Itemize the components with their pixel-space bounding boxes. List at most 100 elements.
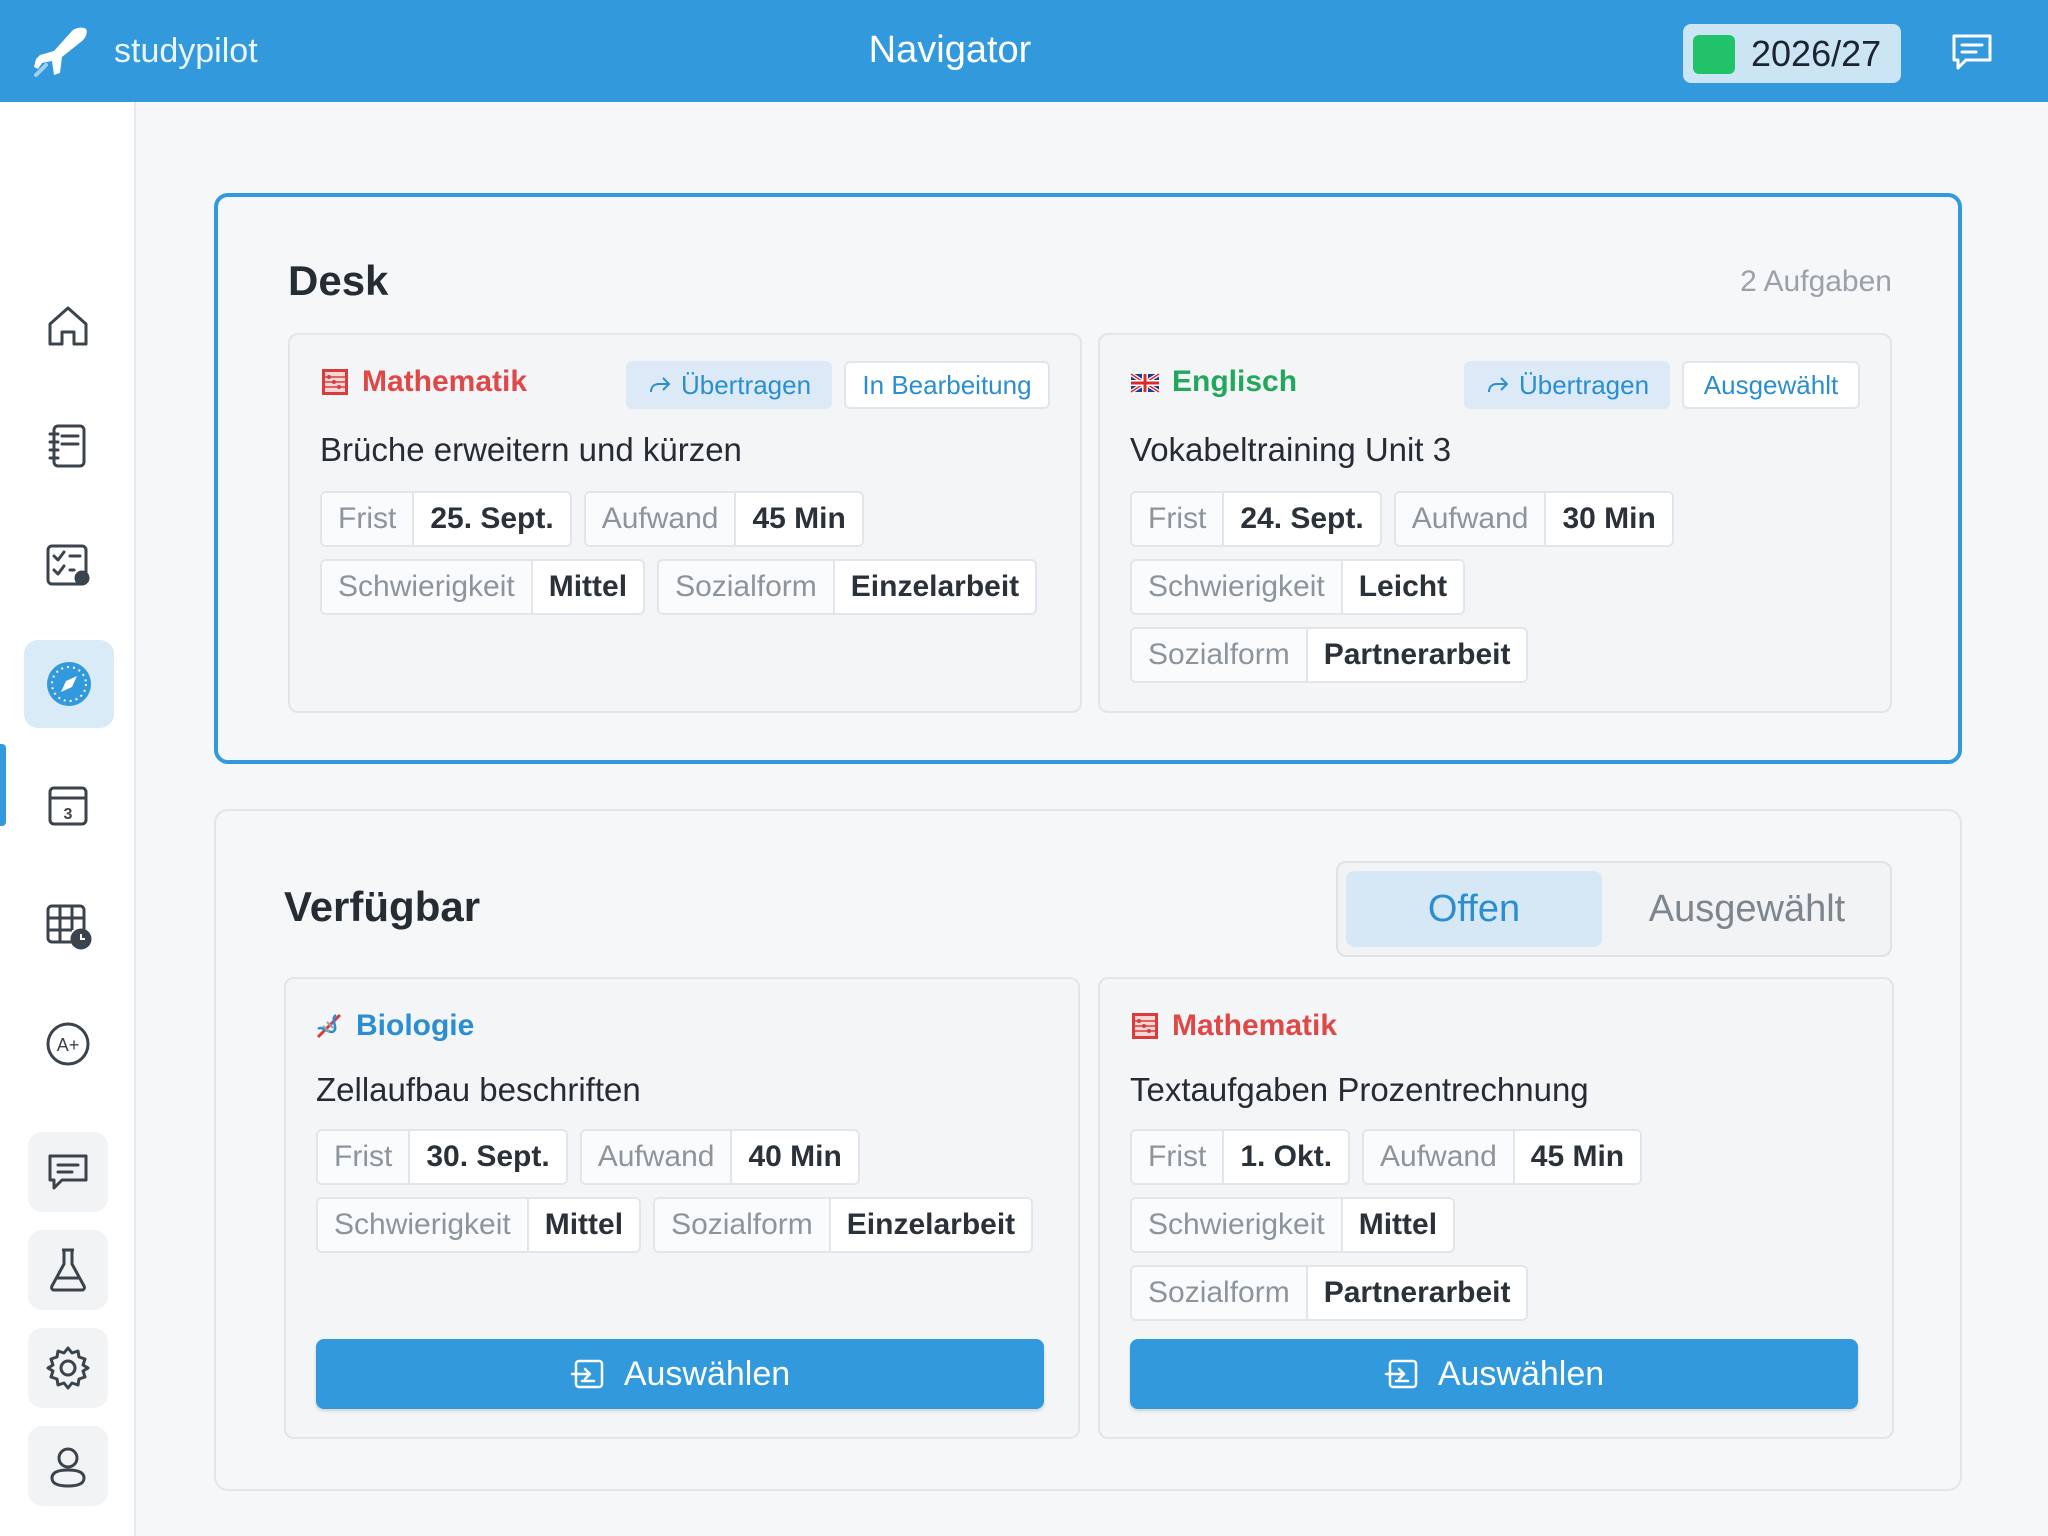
flask-icon bbox=[50, 1248, 86, 1292]
user-icon bbox=[50, 1447, 86, 1488]
sidebar-item-profile[interactable] bbox=[28, 1426, 108, 1506]
subject-label: Mathematik bbox=[320, 365, 527, 399]
task-title: Zellaufbau beschriften bbox=[316, 1071, 641, 1108]
tag-key: Aufwand bbox=[585, 493, 737, 545]
tag-value: 1. Okt. bbox=[1224, 1131, 1349, 1183]
deadline-tag: Frist 24. Sept. bbox=[1130, 491, 1382, 547]
subject-name: Mathematik bbox=[1172, 1009, 1338, 1042]
tab-ausgewaehlt[interactable]: Ausgewählt bbox=[1608, 871, 1886, 947]
effort-tag: Aufwand 45 Min bbox=[1362, 1129, 1643, 1185]
sidebar-item-grades[interactable]: A+ bbox=[24, 1000, 112, 1088]
difficulty-tag: Schwierigkeit Mittel bbox=[320, 559, 646, 615]
select-task-button[interactable]: Auswählen bbox=[316, 1339, 1044, 1409]
sidebar-item-home[interactable] bbox=[24, 282, 112, 370]
tag-value: Partnerarbeit bbox=[1307, 629, 1527, 681]
transfer-button[interactable]: Übertragen bbox=[1464, 361, 1670, 409]
sidebar-item-tasks[interactable] bbox=[24, 522, 112, 610]
select-enter-icon bbox=[1384, 1359, 1418, 1389]
tag-key: Sozialform bbox=[659, 561, 835, 613]
subject-label: Biologie bbox=[314, 1009, 474, 1043]
tag-key: Sozialform bbox=[655, 1199, 831, 1251]
grade-a-plus-icon: A+ bbox=[46, 1022, 90, 1066]
timetable-clock-icon bbox=[46, 904, 92, 950]
tag-value: 24. Sept. bbox=[1224, 493, 1380, 545]
chat-icon bbox=[48, 1154, 88, 1190]
status-badge[interactable]: In Bearbeitung bbox=[844, 361, 1050, 409]
task-meta-row: Frist 30. Sept. Aufwand 40 Min bbox=[316, 1129, 860, 1185]
transfer-button[interactable]: Übertragen bbox=[626, 361, 832, 409]
difficulty-tag: Schwierigkeit Mittel bbox=[1130, 1197, 1456, 1253]
abacus-icon bbox=[1132, 1013, 1158, 1039]
task-meta-row: Sozialform Partnerarbeit bbox=[1130, 1265, 1529, 1321]
page-title: Navigator bbox=[868, 29, 1032, 71]
tag-key: Schwierigkeit bbox=[1132, 1199, 1343, 1251]
task-meta-row: Frist 25. Sept. Aufwand 45 Min bbox=[320, 491, 864, 547]
tab-offen[interactable]: Offen bbox=[1346, 871, 1602, 947]
tag-key: Schwierigkeit bbox=[1132, 561, 1343, 613]
select-enter-icon bbox=[570, 1359, 604, 1389]
social-form-tag: Sozialform Partnerarbeit bbox=[1130, 627, 1529, 683]
notebook-icon bbox=[48, 424, 86, 468]
desk-task-card[interactable]: Mathematik Übertragen In Bearbeitung Brü… bbox=[288, 333, 1082, 713]
svg-text:3: 3 bbox=[64, 806, 73, 823]
tag-key: Aufwand bbox=[1395, 493, 1547, 545]
tag-key: Frist bbox=[1132, 1131, 1225, 1183]
effort-tag: Aufwand 30 Min bbox=[1393, 491, 1674, 547]
messages-icon[interactable] bbox=[1950, 32, 1994, 72]
desk-task-card[interactable]: Englisch Übertragen Ausgewählt Vokabeltr… bbox=[1098, 333, 1892, 713]
available-panel: Verfügbar Offen Ausgewählt Biologie Zell… bbox=[214, 809, 1962, 1491]
effort-tag: Aufwand 40 Min bbox=[579, 1129, 860, 1185]
tag-key: Schwierigkeit bbox=[322, 561, 533, 613]
task-meta-row: Schwierigkeit Mittel Sozialform Einzelarbe… bbox=[320, 559, 1038, 615]
transfer-label: Übertragen bbox=[680, 369, 812, 400]
effort-tag: Aufwand 45 Min bbox=[583, 491, 864, 547]
share-arrow-icon bbox=[649, 377, 670, 393]
calendar-3-icon: 3 bbox=[48, 786, 88, 826]
tag-value: Einzelarbeit bbox=[834, 561, 1036, 613]
tag-value: 45 Min bbox=[1514, 1131, 1641, 1183]
available-task-card: Mathematik Textaufgaben Prozentrechnung … bbox=[1098, 977, 1894, 1439]
deadline-tag: Frist 30. Sept. bbox=[316, 1129, 568, 1185]
top-bar: studypilot Navigator 2026/27 bbox=[0, 0, 2048, 102]
school-year-selector[interactable]: 2026/27 bbox=[1683, 24, 1901, 83]
sidebar-item-notebook[interactable] bbox=[24, 402, 112, 490]
compass-icon bbox=[47, 662, 91, 706]
gear-icon bbox=[46, 1346, 90, 1390]
sidebar-item-navigator[interactable] bbox=[24, 640, 114, 728]
tag-value: 30. Sept. bbox=[410, 1131, 566, 1183]
transfer-label: Übertragen bbox=[1518, 369, 1650, 400]
dna-icon bbox=[316, 1013, 342, 1039]
subject-name: Mathematik bbox=[362, 365, 528, 398]
active-indicator bbox=[0, 744, 6, 826]
tag-value: Leicht bbox=[1342, 561, 1464, 613]
tag-key: Sozialform bbox=[1132, 629, 1308, 681]
social-form-tag: Sozialform Einzelarbeit bbox=[653, 1197, 1034, 1253]
sidebar-item-settings[interactable] bbox=[28, 1328, 108, 1408]
school-year-label: 2026/27 bbox=[1751, 33, 1882, 74]
tag-value: Partnerarbeit bbox=[1307, 1267, 1527, 1319]
share-arrow-icon bbox=[1487, 377, 1508, 393]
sidebar-item-chat[interactable] bbox=[28, 1132, 108, 1212]
task-meta-row: Frist 1. Okt. Aufwand 45 Min bbox=[1130, 1129, 1643, 1185]
task-meta-row: Schwierigkeit Mittel bbox=[1130, 1197, 1456, 1253]
tag-key: Schwierigkeit bbox=[318, 1199, 529, 1251]
difficulty-tag: Schwierigkeit Leicht bbox=[1130, 559, 1466, 615]
uk-flag-icon bbox=[1130, 372, 1160, 394]
subject-label: Englisch bbox=[1130, 365, 1297, 399]
desk-title: Desk bbox=[288, 257, 389, 304]
status-badge[interactable]: Ausgewählt bbox=[1682, 361, 1860, 409]
subject-name: Englisch bbox=[1172, 365, 1298, 398]
difficulty-tag: Schwierigkeit Mittel bbox=[316, 1197, 642, 1253]
select-label: Auswählen bbox=[1437, 1354, 1605, 1393]
select-task-button[interactable]: Auswählen bbox=[1130, 1339, 1858, 1409]
sidebar-item-calendar[interactable]: 3 bbox=[24, 762, 112, 850]
tag-value: 45 Min bbox=[736, 493, 862, 545]
tag-key: Aufwand bbox=[581, 1131, 733, 1183]
home-icon bbox=[48, 306, 88, 346]
subject-label: Mathematik bbox=[1130, 1009, 1337, 1043]
task-meta-row: Frist 24. Sept. Aufwand 30 Min bbox=[1130, 491, 1674, 547]
social-form-tag: Sozialform Einzelarbeit bbox=[657, 559, 1038, 615]
sidebar-item-timetable[interactable] bbox=[24, 882, 112, 970]
sidebar: 3 A+ bbox=[0, 102, 136, 1536]
sidebar-item-lab[interactable] bbox=[28, 1230, 108, 1310]
